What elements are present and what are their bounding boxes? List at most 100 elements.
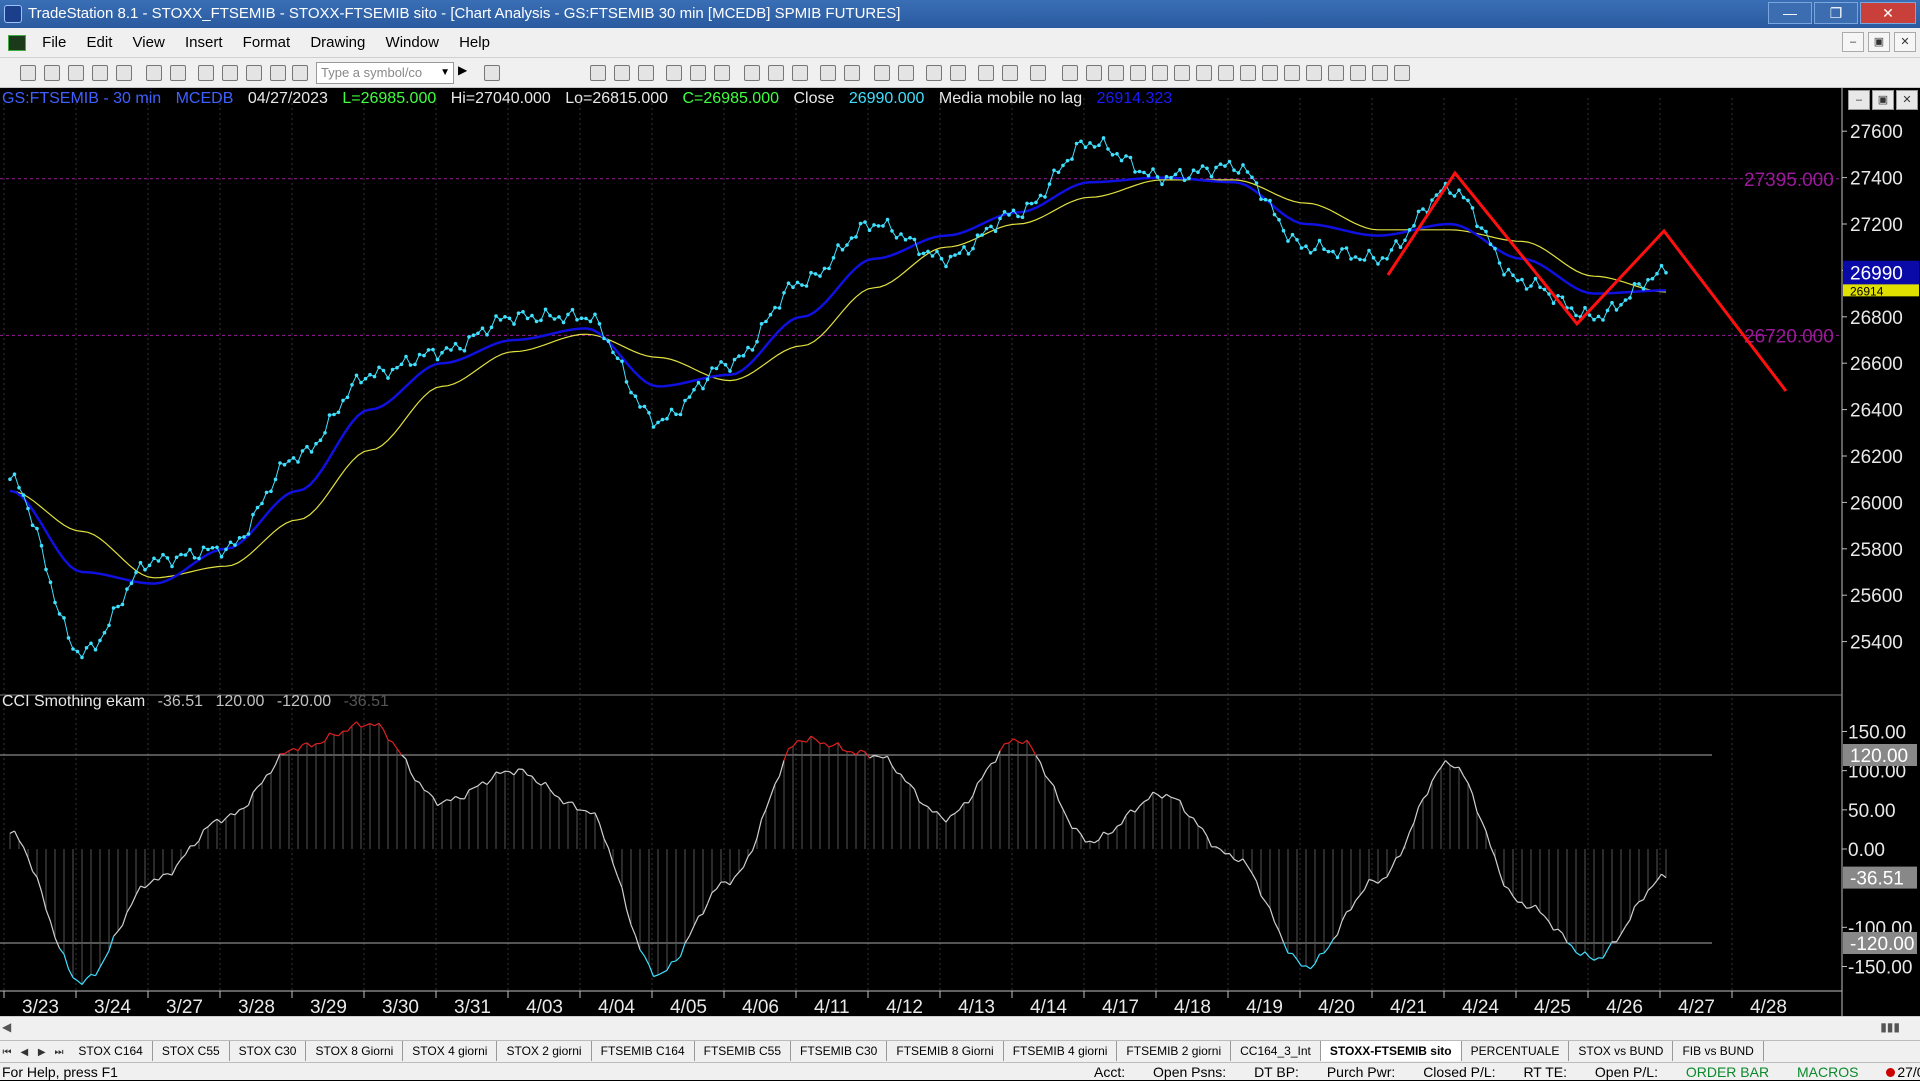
vertical-lines-icon[interactable] bbox=[1174, 65, 1190, 81]
go-arrow-icon[interactable]: ▶ bbox=[458, 63, 474, 79]
news-icon[interactable] bbox=[690, 65, 706, 81]
menu-window[interactable]: Window bbox=[378, 28, 447, 58]
menu-edit[interactable]: Edit bbox=[79, 28, 121, 58]
new-icon[interactable] bbox=[20, 65, 36, 81]
pencil-icon[interactable] bbox=[1284, 65, 1300, 81]
speed-lines-icon[interactable] bbox=[1240, 65, 1256, 81]
chevron-down-icon[interactable]: ▼ bbox=[440, 63, 450, 83]
zoom-symbol-icon[interactable] bbox=[484, 65, 500, 81]
chart-icon[interactable] bbox=[590, 65, 606, 81]
horizontal-line-icon[interactable] bbox=[1086, 65, 1102, 81]
strategy-icon[interactable] bbox=[270, 65, 286, 81]
format-icon[interactable] bbox=[1030, 65, 1046, 81]
regression-icon[interactable] bbox=[1196, 65, 1212, 81]
tab-sheet[interactable]: STOX C55 bbox=[153, 1041, 230, 1061]
data-window-icon[interactable] bbox=[950, 65, 966, 81]
folder-icon[interactable] bbox=[116, 65, 132, 81]
tab-last-icon[interactable]: ⏭ bbox=[52, 1043, 66, 1062]
arrow-up-icon[interactable] bbox=[1328, 65, 1344, 81]
mdi-close-button[interactable]: ✕ bbox=[1894, 32, 1916, 52]
price-point bbox=[886, 218, 890, 222]
menu-help[interactable]: Help bbox=[451, 28, 498, 58]
rectangle-icon[interactable] bbox=[1372, 65, 1388, 81]
tab-sheet[interactable]: FTSEMIB C30 bbox=[791, 1041, 887, 1061]
pointer-icon[interactable] bbox=[926, 65, 942, 81]
scroll-left-icon[interactable]: ◀ bbox=[2, 1020, 11, 1034]
tab-sheet[interactable]: STOX 4 giorni bbox=[403, 1041, 497, 1061]
arc-icon[interactable] bbox=[1262, 65, 1278, 81]
price-point bbox=[476, 332, 480, 336]
tab-sheet[interactable]: FIB vs BUND bbox=[1673, 1041, 1763, 1061]
insert-analysis-icon[interactable] bbox=[1002, 65, 1018, 81]
tools-icon[interactable] bbox=[978, 65, 994, 81]
chart-analysis-window[interactable]: 2760027400272002700026800266002640026200… bbox=[0, 88, 1920, 1028]
zoom-in-icon[interactable] bbox=[874, 65, 890, 81]
scroll-icon[interactable] bbox=[844, 65, 860, 81]
ticks-icon[interactable] bbox=[792, 65, 808, 81]
tab-sheet[interactable]: CC164_3_Int bbox=[1231, 1041, 1321, 1061]
lock-icon[interactable] bbox=[246, 65, 262, 81]
print-icon[interactable] bbox=[170, 65, 186, 81]
price-point bbox=[283, 463, 287, 467]
chart-close-button[interactable]: ✕ bbox=[1896, 90, 1918, 110]
tab-sheet[interactable]: PERCENTUALE bbox=[1462, 1041, 1570, 1061]
crosshair-icon[interactable] bbox=[820, 65, 836, 81]
menu-view[interactable]: View bbox=[125, 28, 173, 58]
menu-file[interactable]: File bbox=[34, 28, 74, 58]
chart-minimize-button[interactable]: – bbox=[1848, 90, 1870, 110]
channel-icon[interactable] bbox=[1218, 65, 1234, 81]
andrews-pitchfork-icon[interactable] bbox=[1152, 65, 1168, 81]
gann-icon[interactable] bbox=[1130, 65, 1146, 81]
save-icon[interactable] bbox=[146, 65, 162, 81]
tab-sheet[interactable]: FTSEMIB C55 bbox=[695, 1041, 791, 1061]
scanner-icon[interactable] bbox=[666, 65, 682, 81]
tab-sheet[interactable]: FTSEMIB C164 bbox=[592, 1041, 695, 1061]
layout-alt-icon[interactable] bbox=[222, 65, 238, 81]
minimize-button[interactable]: — bbox=[1768, 2, 1812, 24]
arrow-down-icon[interactable] bbox=[1306, 65, 1322, 81]
matrix-icon[interactable] bbox=[638, 65, 654, 81]
fib-icon[interactable] bbox=[1108, 65, 1124, 81]
options-icon[interactable] bbox=[714, 65, 730, 81]
radar-icon[interactable] bbox=[614, 65, 630, 81]
open-icon[interactable] bbox=[44, 65, 60, 81]
color-icon[interactable] bbox=[292, 65, 308, 81]
horizontal-scrollbar[interactable]: ◀ ▮▮▮ bbox=[0, 1016, 1920, 1040]
zoom-out-icon[interactable] bbox=[898, 65, 914, 81]
tab-sheet[interactable]: STOX vs BUND bbox=[1569, 1041, 1673, 1061]
tab-sheet[interactable]: STOX 2 giorni bbox=[497, 1041, 591, 1061]
text-icon[interactable] bbox=[1394, 65, 1410, 81]
mdi-minimize-button[interactable]: – bbox=[1842, 32, 1864, 52]
trendline-icon[interactable] bbox=[1062, 65, 1078, 81]
menu-drawing[interactable]: Drawing bbox=[302, 28, 373, 58]
tab-next-icon[interactable]: ▶ bbox=[35, 1043, 49, 1062]
menu-format[interactable]: Format bbox=[235, 28, 299, 58]
bar-chart-icon[interactable] bbox=[768, 65, 784, 81]
maximize-button[interactable]: ❐ bbox=[1814, 2, 1858, 24]
chart-window-icon[interactable] bbox=[8, 35, 26, 51]
mdi-restore-button[interactable]: ▣ bbox=[1868, 32, 1890, 52]
chart-restore-button[interactable]: ▣ bbox=[1872, 90, 1894, 110]
layout-icon[interactable] bbox=[198, 65, 214, 81]
chart-canvas[interactable]: 2760027400272002700026800266002640026200… bbox=[0, 88, 1920, 1016]
scroll-right-icon[interactable]: ▮▮▮ bbox=[1880, 1020, 1900, 1034]
new-window-icon[interactable] bbox=[92, 65, 108, 81]
tab-sheet[interactable]: STOX 8 Giorni bbox=[306, 1041, 403, 1061]
quote-icon[interactable] bbox=[744, 65, 760, 81]
menu-insert[interactable]: Insert bbox=[177, 28, 231, 58]
open-workspace-icon[interactable] bbox=[68, 65, 84, 81]
price-point bbox=[737, 354, 741, 358]
tab-sheet[interactable]: FTSEMIB 2 giorni bbox=[1117, 1041, 1231, 1061]
ellipse-icon[interactable] bbox=[1350, 65, 1366, 81]
tab-sheet[interactable]: STOXX-FTSEMIB sito bbox=[1321, 1041, 1462, 1061]
status-order-bar[interactable]: ORDER BAR bbox=[1686, 1064, 1769, 1080]
tab-sheet[interactable]: STOX C30 bbox=[230, 1041, 307, 1061]
close-button[interactable]: ✕ bbox=[1860, 2, 1916, 24]
tab-first-icon[interactable]: ⏮ bbox=[0, 1043, 14, 1062]
status-macros[interactable]: MACROS bbox=[1797, 1064, 1858, 1080]
symbol-input[interactable]: Type a symbol/co ▼ bbox=[316, 62, 454, 84]
tab-sheet[interactable]: FTSEMIB 4 giorni bbox=[1004, 1041, 1118, 1061]
tab-sheet[interactable]: FTSEMIB 8 Giorni bbox=[887, 1041, 1003, 1061]
tab-sheet[interactable]: STOX C164 bbox=[69, 1041, 152, 1061]
tab-prev-icon[interactable]: ◀ bbox=[17, 1043, 31, 1062]
